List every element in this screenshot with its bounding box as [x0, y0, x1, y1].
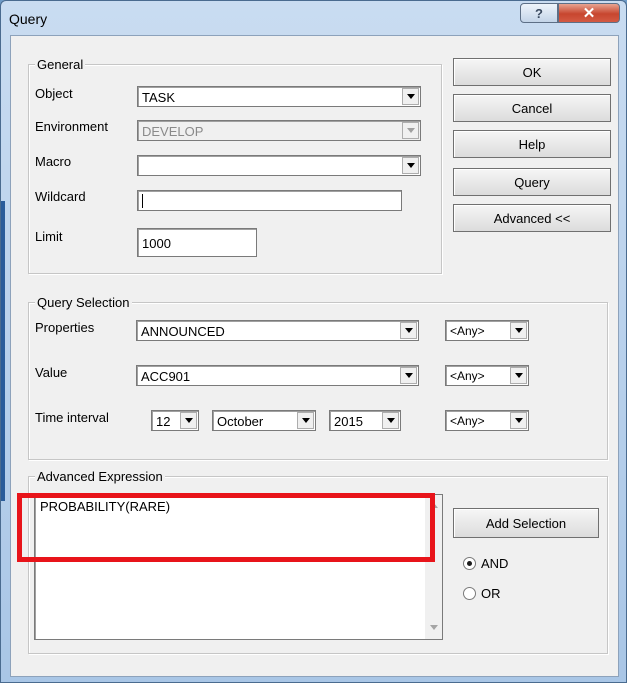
cancel-button[interactable]: Cancel [453, 94, 611, 122]
and-radio-label[interactable]: AND [481, 556, 508, 571]
time-operator-dropdown[interactable]: <Any> [445, 410, 529, 431]
object-value: TASK [142, 90, 175, 105]
value-operator-dropdown[interactable]: <Any> [445, 365, 529, 386]
properties-label: Properties [35, 320, 95, 335]
query-selection-legend: Query Selection [35, 295, 132, 310]
close-icon: ✕ [582, 5, 596, 22]
macro-dropdown[interactable] [137, 155, 421, 176]
ok-button[interactable]: OK [453, 58, 611, 86]
value-value: ACC901 [141, 369, 191, 384]
advanced-button[interactable]: Advanced << [453, 204, 611, 232]
chevron-down-icon[interactable] [402, 157, 419, 174]
query-button[interactable]: Query [453, 168, 611, 196]
chevron-down-icon[interactable] [510, 322, 527, 339]
help-button[interactable]: Help [453, 130, 611, 158]
cancel-button-label: Cancel [511, 100, 553, 116]
scroll-up-icon[interactable] [430, 503, 438, 508]
scroll-down-icon[interactable] [430, 625, 438, 630]
close-button[interactable]: ✕ [558, 3, 620, 23]
ok-button-label: OK [522, 64, 542, 80]
wildcard-input[interactable] [137, 190, 402, 211]
year-value: 2015 [334, 414, 363, 429]
query-button-label: Query [514, 174, 550, 190]
expression-text: PROBABILITY(RARE) [40, 499, 171, 514]
wildcard-label: Wildcard [35, 189, 86, 204]
text-caret [142, 194, 143, 208]
general-legend: General [35, 57, 86, 72]
month-value: October [217, 414, 264, 429]
object-label: Object [35, 86, 73, 101]
chevron-down-icon[interactable] [402, 88, 419, 105]
help-title-button[interactable]: ? [520, 3, 558, 23]
year-dropdown[interactable]: 2015 [329, 410, 401, 431]
month-dropdown[interactable]: October [212, 410, 316, 431]
properties-dropdown[interactable]: ANNOUNCED [136, 320, 419, 341]
title-bar[interactable]: Query ? ✕ [1, 1, 626, 35]
limit-input[interactable]: 1000 [137, 228, 257, 257]
chevron-down-icon[interactable] [400, 322, 417, 339]
question-mark-icon: ? [535, 5, 543, 21]
help-button-label: Help [518, 136, 546, 152]
add-selection-button-label: Add Selection [485, 515, 567, 531]
day-dropdown[interactable]: 12 [151, 410, 199, 431]
object-dropdown[interactable]: TASK [137, 86, 421, 107]
or-radio-label[interactable]: OR [481, 586, 501, 601]
time-operator-value: <Any> [450, 414, 485, 428]
environment-value: DEVELOP [142, 124, 204, 139]
chevron-down-icon [402, 122, 419, 139]
day-value: 12 [156, 414, 171, 429]
background-edge [1, 201, 5, 501]
chevron-down-icon[interactable] [382, 412, 399, 429]
limit-label: Limit [35, 229, 63, 244]
advanced-button-label: Advanced << [493, 210, 571, 226]
value-dropdown[interactable]: ACC901 [136, 365, 419, 386]
chevron-down-icon[interactable] [180, 412, 197, 429]
properties-value: ANNOUNCED [141, 324, 225, 339]
add-selection-button[interactable]: Add Selection [453, 508, 599, 538]
and-radio[interactable] [463, 557, 476, 570]
expression-scrollbar[interactable] [425, 495, 442, 639]
environment-dropdown: DEVELOP [137, 120, 421, 141]
environment-label: Environment [35, 119, 108, 134]
query-dialog-window: Query ? ✕ General Object TASK Environmen… [0, 0, 627, 683]
value-operator-value: <Any> [450, 369, 485, 383]
window-title: Query [9, 11, 48, 27]
advanced-expression-legend: Advanced Expression [35, 469, 165, 484]
chevron-down-icon[interactable] [297, 412, 314, 429]
chevron-down-icon[interactable] [400, 367, 417, 384]
chevron-down-icon[interactable] [510, 367, 527, 384]
expression-textarea[interactable]: PROBABILITY(RARE) [34, 494, 443, 640]
properties-operator-dropdown[interactable]: <Any> [445, 320, 529, 341]
macro-label: Macro [35, 154, 72, 169]
or-radio[interactable] [463, 587, 476, 600]
properties-operator-value: <Any> [450, 324, 485, 338]
chevron-down-icon[interactable] [510, 412, 527, 429]
time-interval-label: Time interval [35, 410, 109, 425]
value-label: Value [35, 365, 68, 380]
limit-value: 1000 [142, 236, 171, 251]
